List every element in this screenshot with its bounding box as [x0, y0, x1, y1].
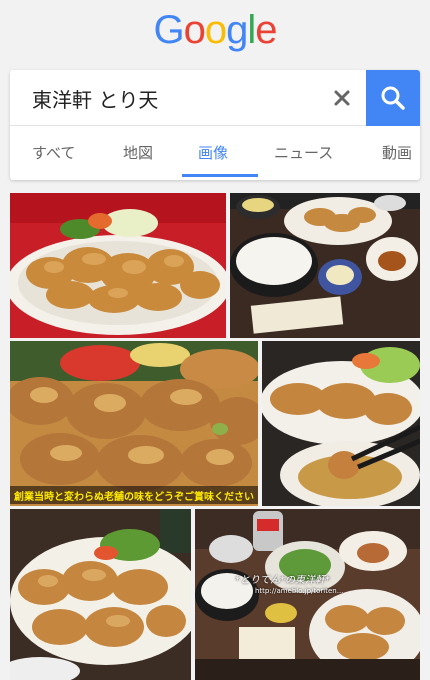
image-watermark-url: http://ameblo.jp/toriten...: [255, 587, 344, 595]
image-results: 創業当時と変わらぬ老舗の味をどうぞご賞味ください *とりてん*の東洋軒* htt…: [0, 0, 430, 680]
image-result-4[interactable]: [262, 341, 420, 506]
image-result-1[interactable]: [10, 193, 226, 338]
image-result-6[interactable]: *とりてん*の東洋軒* http://ameblo.jp/toriten...: [195, 509, 420, 680]
image-result-2[interactable]: [230, 193, 420, 338]
image-caption: 創業当時と変わらぬ老舗の味をどうぞご賞味ください: [14, 491, 254, 503]
image-result-5[interactable]: [10, 509, 191, 680]
image-watermark: *とりてん*の東洋軒*: [235, 575, 330, 586]
image-caption-bar: 創業当時と変わらぬ老舗の味をどうぞご賞味ください: [10, 486, 258, 504]
image-result-3[interactable]: 創業当時と変わらぬ老舗の味をどうぞご賞味ください: [10, 341, 258, 506]
